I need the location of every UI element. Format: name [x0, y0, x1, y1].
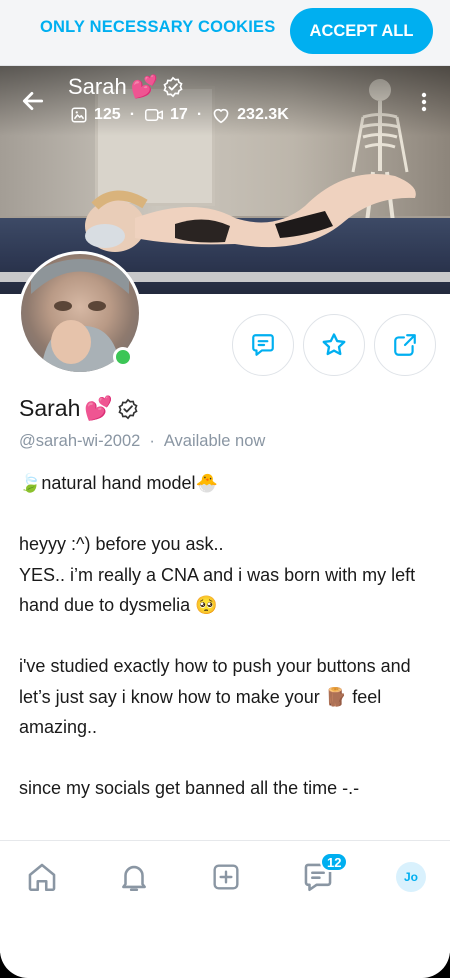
- stat-separator: ·: [196, 106, 203, 123]
- cover-figure: [85, 174, 416, 252]
- stat-separator: ·: [129, 106, 136, 123]
- only-necessary-cookies-button[interactable]: ONLY NECESSARY COOKIES: [40, 18, 275, 37]
- verified-icon: [163, 76, 183, 98]
- cover-stats: 125 · 17 · 232.3K: [70, 106, 289, 124]
- back-arrow-icon[interactable]: [20, 88, 46, 114]
- photos-count: 125: [94, 106, 121, 123]
- profile-name: Sarah 💕: [19, 395, 139, 422]
- heart-icon: [213, 108, 229, 124]
- more-vertical-icon[interactable]: [412, 90, 436, 114]
- star-icon: [322, 333, 346, 356]
- home-icon: [28, 863, 56, 892]
- share-icon: [394, 334, 416, 356]
- home-indicator-area: [0, 913, 450, 953]
- handle-row: @sarah-wi-2002 · Available now: [19, 432, 265, 451]
- video-icon: [145, 109, 164, 121]
- cover-name-emoji: 💕: [130, 74, 159, 99]
- message-button[interactable]: [232, 314, 294, 376]
- nav-add-post[interactable]: [208, 859, 244, 895]
- cover-title: Sarah 💕: [68, 74, 184, 100]
- accept-all-cookies-button[interactable]: ACCEPT ALL: [290, 8, 433, 54]
- image-icon: [71, 107, 87, 123]
- profile-bio: 🍃natural hand model🐣 heyyy :^) before yo…: [19, 473, 416, 798]
- profile-handle: @sarah-wi-2002: [19, 432, 141, 450]
- favorite-button[interactable]: [303, 314, 365, 376]
- cover-name-text: Sarah: [68, 74, 127, 99]
- nav-user-avatar[interactable]: Jo: [396, 862, 426, 892]
- availability-status: Available now: [163, 432, 266, 450]
- likes-count: 232.3K: [237, 106, 289, 123]
- messages-badge: 12: [320, 852, 349, 872]
- nav-notifications[interactable]: [116, 859, 152, 895]
- profile-name-text: Sarah: [19, 395, 81, 421]
- photos-stat: 125: [70, 106, 121, 124]
- profile-name-emoji: 💕: [84, 395, 114, 421]
- online-status-dot: [113, 347, 133, 367]
- nav-home[interactable]: [24, 859, 60, 895]
- handle-separator: ·: [149, 432, 155, 450]
- cookie-bar: ONLY NECESSARY COOKIES ACCEPT ALL: [0, 0, 450, 66]
- likes-stat: 232.3K: [211, 106, 289, 124]
- bottom-nav: 12: [0, 840, 450, 913]
- videos-count: 17: [170, 106, 188, 123]
- add-square-icon: [213, 864, 239, 890]
- bell-icon: [122, 865, 146, 892]
- share-button[interactable]: [374, 314, 436, 376]
- profile-screen: ONLY NECESSARY COOKIES ACCEPT ALL Sarah …: [0, 0, 450, 978]
- verified-icon: [118, 398, 138, 419]
- cover-header: Sarah 💕 125 · 17 · 232.3K: [0, 66, 450, 136]
- videos-stat: 17: [144, 106, 188, 124]
- message-icon: [252, 334, 274, 356]
